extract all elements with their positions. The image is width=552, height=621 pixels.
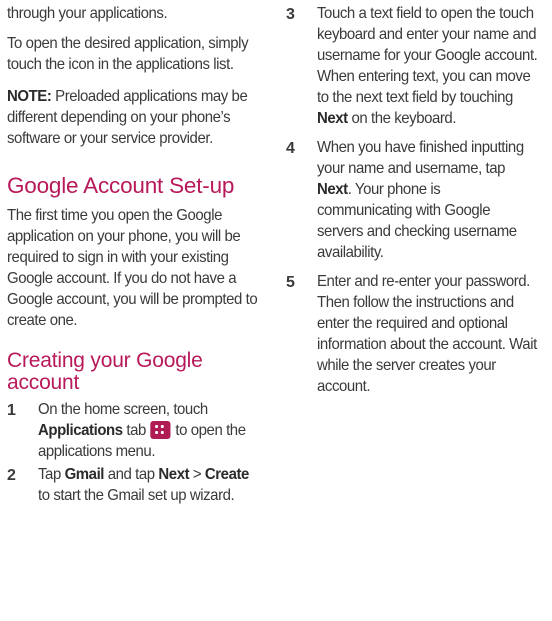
open-app-paragraph: To open the desired application, simply … bbox=[7, 35, 249, 73]
applications-label: Applications bbox=[38, 422, 123, 439]
gmail-label: Gmail bbox=[64, 466, 105, 483]
step-text: Tap Gmail and tap Next > Create to start… bbox=[38, 466, 249, 504]
next-label: Next bbox=[317, 181, 348, 198]
subsection-title: Creating your Google account bbox=[7, 349, 203, 394]
create-label: Create bbox=[204, 466, 249, 483]
next-label: Next bbox=[158, 466, 190, 483]
step-1: 1 On the home screen, touch Applications… bbox=[7, 399, 270, 462]
intro-line: through your applications. bbox=[7, 5, 168, 22]
step-text: On the home screen, touch Applications t… bbox=[38, 401, 246, 460]
step-number: 3 bbox=[286, 6, 295, 23]
right-column: 3 Touch a text field to open the touch k… bbox=[286, 0, 548, 397]
step-number: 2 bbox=[7, 467, 16, 484]
step-number: 1 bbox=[7, 402, 16, 419]
note-label: NOTE: bbox=[7, 88, 52, 105]
step-4: 4 When you have finished inputting your … bbox=[286, 137, 548, 263]
step-number: 4 bbox=[286, 140, 295, 157]
step-text: Enter and re-enter your password. Then f… bbox=[317, 273, 537, 395]
section-body: The first time you open the Google appli… bbox=[7, 207, 258, 329]
step-text: When you have finished inputting your na… bbox=[317, 139, 524, 261]
section-title: Google Account Set-up bbox=[7, 173, 235, 198]
step-number: 5 bbox=[286, 274, 295, 291]
left-column: through your applications. To open the d… bbox=[7, 0, 270, 506]
step-text: Touch a text field to open the touch key… bbox=[317, 5, 538, 127]
step-3: 3 Touch a text field to open the touch k… bbox=[286, 3, 548, 129]
step-5: 5 Enter and re-enter your password. Then… bbox=[286, 271, 548, 397]
next-label: Next bbox=[317, 110, 348, 127]
step-2: 2 Tap Gmail and tap Next > Create to sta… bbox=[7, 464, 270, 506]
applications-grid-icon bbox=[150, 421, 171, 439]
note-paragraph: NOTE: Preloaded applications may be diff… bbox=[7, 86, 259, 149]
